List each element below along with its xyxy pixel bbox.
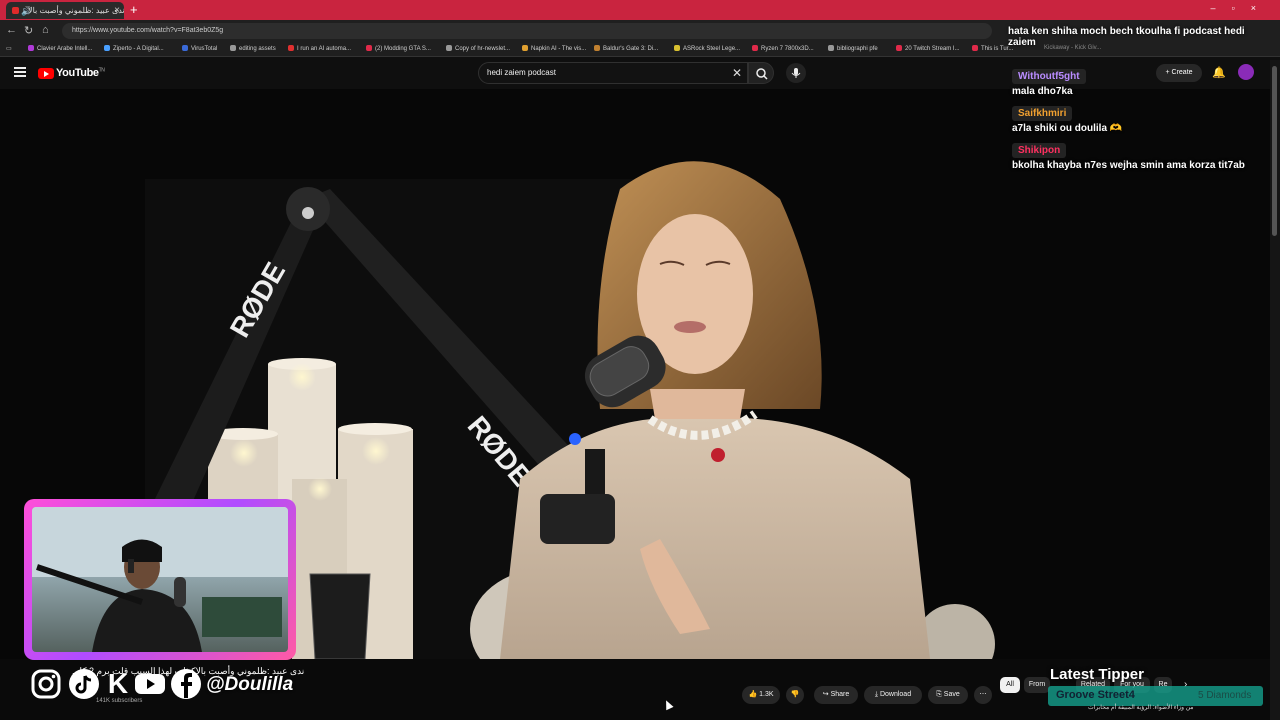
back-icon[interactable]: ← — [6, 24, 17, 36]
suggested-video-title[interactable]: من وزاء الأضواء: الرؤية المبيقة أم مخابر… — [1088, 704, 1194, 711]
window-controls[interactable]: –▫× — [1211, 3, 1272, 13]
bookmark-label: Napkin AI - The vis... — [531, 46, 587, 52]
tab-title: ندى عبيد :ظلموني وأصبت بالا... — [28, 6, 124, 15]
chat-message: Saifkhmiri a7la shiki ou doulila 🫶 — [1012, 103, 1270, 134]
bookmark-favicon-icon — [752, 45, 758, 51]
search-icon — [756, 68, 768, 80]
bookmark-item[interactable]: ASRock Steel Lege... — [674, 44, 740, 54]
bookmark-item[interactable]: Copy of hr-newslet... — [446, 44, 510, 54]
bookmark-favicon-icon — [522, 45, 528, 51]
bookmark-item[interactable]: Napkin AI - The vis... — [522, 44, 586, 54]
download-button[interactable]: ⤓ Download — [864, 686, 922, 704]
mouse-cursor — [662, 698, 674, 711]
chat-message-text: bkolha khayba n7es wejha smin ama korza … — [1012, 160, 1245, 171]
chat-username: Saifkhmiri — [1012, 106, 1073, 121]
scrollbar-thumb[interactable] — [1272, 66, 1277, 236]
bookmark-favicon-icon — [896, 45, 902, 51]
menu-icon[interactable] — [14, 67, 26, 77]
voice-search-button[interactable] — [786, 63, 806, 83]
clear-search-icon[interactable]: ✕ — [732, 66, 742, 80]
filter-chip-all[interactable]: All — [1000, 677, 1020, 693]
dislike-button[interactable]: 👎 — [786, 686, 804, 704]
chat-message: Shikipon bkolha khayba n7es wejha smin am… — [1012, 140, 1270, 171]
bookmark-favicon-icon — [366, 45, 372, 51]
webcam-scene — [32, 507, 288, 652]
share-button[interactable]: ↪ Share — [814, 686, 858, 704]
bookmark-favicon-icon — [104, 45, 110, 51]
bookmark-label: Copy of hr-newslet... — [455, 46, 511, 52]
bookmarks-icon[interactable]: ▭ — [6, 44, 12, 54]
more-actions-button[interactable]: ⋯ — [974, 686, 992, 704]
bookmark-label: Baldur's Gate 3: Di... — [603, 46, 659, 52]
youtube-wordmark[interactable]: YouTubeTN — [56, 67, 105, 79]
bookmark-item[interactable]: Clavier Arabe Intell... — [28, 44, 92, 54]
reload-icon[interactable]: ↻ — [24, 24, 33, 37]
speaker-icon[interactable]: 🔊 — [21, 3, 32, 19]
bookmark-favicon-icon — [828, 45, 834, 51]
bookmark-label: editing assets — [239, 46, 276, 52]
bookmark-item[interactable]: editing assets — [230, 44, 276, 54]
bookmark-favicon-icon — [230, 45, 236, 51]
youtube-logo-icon[interactable] — [38, 68, 54, 79]
search-button[interactable] — [748, 62, 774, 84]
bookmark-favicon-icon — [594, 45, 600, 51]
bookmark-label: ASRock Steel Lege... — [683, 46, 741, 52]
chat-message-text: mala dho7ka — [1012, 86, 1073, 97]
tiktok-icon — [68, 668, 100, 700]
microphone-icon — [791, 68, 801, 78]
bookmark-favicon-icon — [674, 45, 680, 51]
bookmark-favicon-icon — [972, 45, 978, 51]
close-tab-icon[interactable]: × — [114, 2, 120, 19]
bookmark-favicon-icon — [446, 45, 452, 51]
streamer-webcam — [24, 499, 296, 660]
latest-tipper-title: Latest Tipper — [1050, 666, 1144, 683]
bookmark-item[interactable]: bibliographi pfe — [828, 44, 878, 54]
facebook-icon — [170, 668, 202, 700]
chat-list: Withoutf5ght mala dho7ka Saifkhmiri a7la sh… — [1012, 66, 1270, 177]
bookmark-favicon-icon — [288, 45, 294, 51]
search-input[interactable]: hedi zaiem podcast — [478, 62, 748, 84]
bookmark-label: Clavier Arabe Intell... — [37, 46, 93, 52]
bookmark-item[interactable]: VirusTotal — [182, 44, 217, 54]
chat-message: Withoutf5ght mala dho7ka — [1012, 66, 1270, 97]
thumbs-down-icon: 👎 — [790, 691, 800, 698]
bookmark-label: 20 Twitch Stream I... — [905, 46, 960, 52]
chat-first-message: hata ken shiha moch bech tkoulha fi podc… — [1008, 26, 1270, 51]
youtube-social-icon — [134, 668, 166, 700]
youtube-favicon-icon — [12, 7, 19, 14]
bookmark-favicon-icon — [28, 45, 34, 51]
bookmark-item[interactable]: Ziperto - A Digital... — [104, 44, 164, 54]
chat-username: Shikipon — [1012, 143, 1067, 158]
bookmark-item[interactable]: Baldur's Gate 3: Di... — [594, 44, 658, 54]
kick-icon: K — [107, 668, 129, 699]
like-button[interactable]: 👍 1.3K — [742, 686, 780, 704]
chat-message-text: a7la shiki ou doulila 🫶 — [1012, 123, 1123, 134]
streamer-handle: @Doulilla — [206, 674, 294, 695]
browser-tab-bar — [0, 0, 1280, 20]
instagram-icon — [30, 668, 62, 700]
save-button[interactable]: ⎘ Save — [928, 686, 968, 704]
bookmark-item[interactable]: 20 Twitch Stream I... — [896, 44, 960, 54]
bookmark-label: VirusTotal — [191, 46, 218, 52]
bookmark-item[interactable]: Ryzen 7 7800x3D... — [752, 44, 814, 54]
home-icon[interactable]: ⌂ — [42, 24, 49, 36]
bookmark-item[interactable]: (2) Modding GTA S... — [366, 44, 431, 54]
chat-username: Withoutf5ght — [1012, 69, 1086, 84]
bookmark-label: (2) Modding GTA S... — [375, 46, 431, 52]
bookmark-label: I run an AI automa... — [297, 46, 352, 52]
tipper-amount: 5 Diamonds — [1198, 690, 1252, 701]
webcam-feed — [32, 507, 288, 652]
bookmark-item[interactable]: I run an AI automa... — [288, 44, 351, 54]
bookmark-label: bibliographi pfe — [837, 46, 878, 52]
bookmark-label: Ziperto - A Digital... — [113, 46, 164, 52]
browser-tab[interactable]: 🔊 ندى عبيد :ظلموني وأصبت بالا... × — [6, 2, 124, 19]
url-field[interactable]: https://www.youtube.com/watch?v=F8at3eb0… — [62, 23, 992, 39]
tipper-name: Groove Street4 — [1056, 689, 1135, 701]
chat-meta: Kickaway - Kick Giv... — [1044, 45, 1102, 51]
bookmark-label: Ryzen 7 7800x3D... — [761, 46, 814, 52]
new-tab-button[interactable]: + — [130, 2, 138, 18]
bookmark-favicon-icon — [182, 45, 188, 51]
filter-chip-from[interactable]: From — [1024, 677, 1050, 693]
